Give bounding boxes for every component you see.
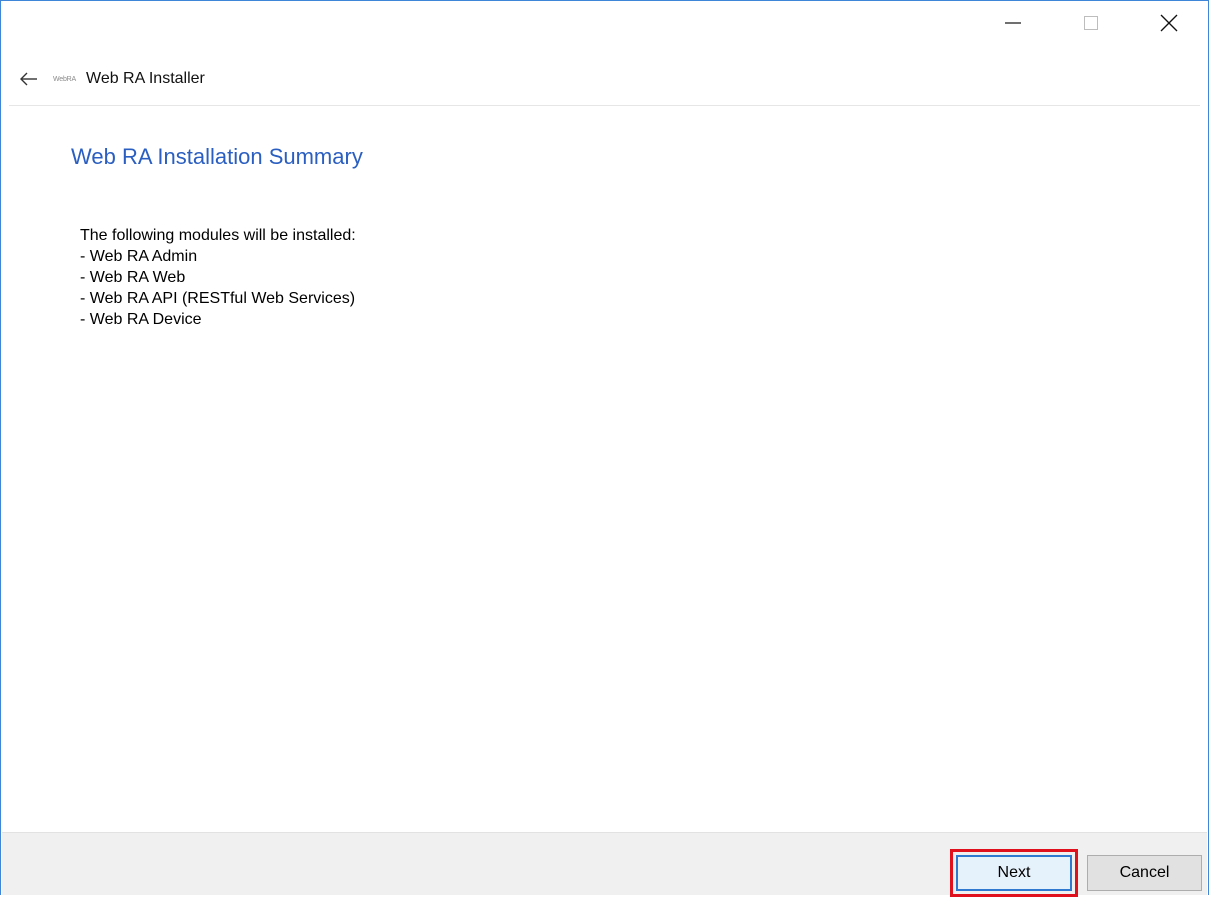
minimize-button[interactable] [974, 1, 1052, 45]
close-button[interactable] [1130, 1, 1208, 45]
maximize-icon [1084, 16, 1098, 30]
back-arrow-icon [20, 72, 37, 86]
summary-text: The following modules will be installed:… [80, 225, 356, 330]
cancel-button[interactable]: Cancel [1087, 855, 1202, 891]
caption-buttons [974, 1, 1208, 45]
header-divider [9, 105, 1200, 106]
page-title: Web RA Installation Summary [71, 144, 363, 169]
back-button[interactable] [9, 59, 49, 99]
close-icon [1160, 14, 1178, 32]
summary-intro: The following modules will be installed: [80, 227, 356, 244]
app-logo: WebRA [53, 75, 76, 83]
module-item: - Web RA API (RESTful Web Services) [80, 290, 356, 307]
maximize-button[interactable] [1052, 1, 1130, 45]
command-bar: Next Cancel [2, 832, 1207, 897]
module-item: - Web RA Web [80, 269, 186, 286]
header-bar: WebRA Web RA Installer [1, 59, 1208, 99]
module-item: - Web RA Admin [80, 248, 198, 265]
installer-window: WebRA Web RA Installer Web RA Installati… [0, 0, 1209, 897]
next-button[interactable]: Next [956, 855, 1072, 891]
module-item: - Web RA Device [80, 311, 202, 328]
minimize-icon [1005, 22, 1021, 24]
window-title: Web RA Installer [86, 70, 205, 87]
